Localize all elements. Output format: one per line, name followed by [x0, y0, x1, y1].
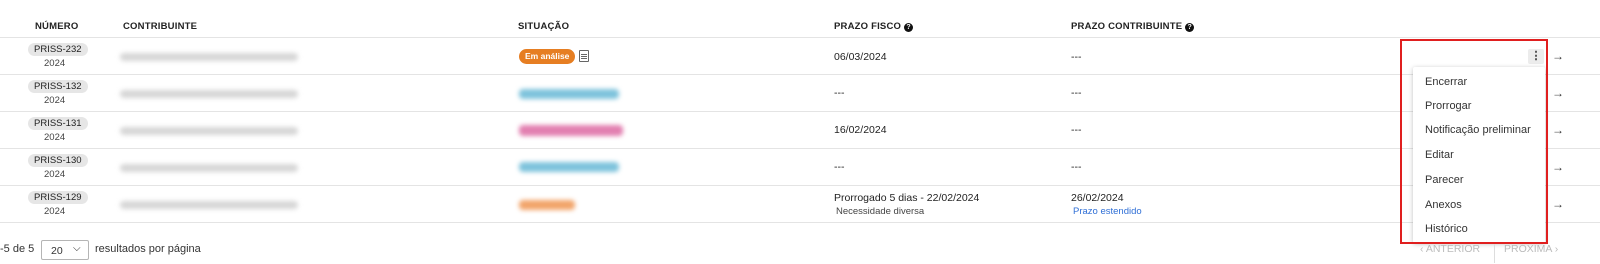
per-page-select[interactable]: 20 ⌵	[41, 240, 89, 260]
process-number-badge[interactable]: PRISS-129	[28, 191, 88, 204]
prazo-fisco-value: ---	[834, 87, 845, 99]
contribuinte-redacted	[120, 201, 298, 209]
prazo-fisco-value: 16/02/2024	[834, 124, 887, 136]
process-year: 2024	[44, 169, 66, 180]
next-page-button[interactable]: PRÓXIMA ›	[1504, 243, 1558, 261]
status-badge-redacted	[519, 89, 619, 99]
actions-menu: Encerrar Prorrogar Notificação prelimina…	[1413, 67, 1545, 243]
pager-divider	[1494, 243, 1495, 263]
arrow-right-icon[interactable]: →	[1552, 49, 1564, 63]
menu-item-historico[interactable]: Histórico	[1425, 223, 1468, 235]
contribuinte-redacted	[120, 90, 298, 98]
document-icon[interactable]	[579, 50, 589, 62]
arrow-right-icon[interactable]: →	[1552, 197, 1564, 211]
menu-item-encerrar[interactable]: Encerrar	[1425, 76, 1467, 88]
table-row[interactable]: PRISS-132 2024 --- --- →	[0, 75, 1600, 112]
table-row[interactable]: PRISS-232 2024 Em análise 06/03/2024 ---…	[0, 38, 1600, 75]
help-icon[interactable]: ?	[1185, 23, 1195, 32]
process-number-badge[interactable]: PRISS-232	[28, 43, 88, 56]
prazo-contribuinte-value: ---	[1071, 87, 1082, 99]
more-options-icon[interactable]: ⋮	[1528, 49, 1544, 64]
arrow-right-icon[interactable]: →	[1552, 123, 1564, 137]
status-badge-redacted	[519, 125, 623, 136]
status-badge: Em análise	[519, 49, 576, 64]
prazo-contribuinte-value: ---	[1071, 161, 1082, 173]
status-badge-redacted	[519, 162, 619, 172]
prazo-fisco-value: 06/03/2024	[834, 51, 887, 63]
prazo-contribuinte-value: ---	[1071, 51, 1082, 63]
table-row[interactable]: PRISS-131 2024 16/02/2024 --- →	[0, 112, 1600, 149]
chevron-down-icon: ⌵	[73, 243, 81, 254]
prazo-contribuinte-value: 26/02/2024	[1071, 192, 1124, 204]
col-header-contribuinte: CONTRIBUINTE	[123, 21, 198, 32]
contribuinte-redacted	[120, 164, 298, 172]
col-header-numero: NÚMERO	[35, 21, 79, 32]
process-number-badge[interactable]: PRISS-130	[28, 154, 88, 167]
prazo-contribuinte-value: ---	[1071, 124, 1082, 136]
contribuinte-redacted	[120, 53, 298, 61]
process-year: 2024	[44, 95, 66, 106]
table-row[interactable]: PRISS-129 2024 Prorrogado 5 dias - 22/02…	[0, 186, 1600, 223]
menu-item-editar[interactable]: Editar	[1425, 149, 1454, 161]
prazo-fisco-note: Necessidade diversa	[836, 206, 925, 217]
per-page-value: 20	[51, 245, 63, 257]
prazo-fisco-value: ---	[834, 161, 845, 173]
table-row[interactable]: PRISS-130 2024 --- --- →	[0, 149, 1600, 186]
prazo-contribuinte-note: Prazo estendido	[1073, 206, 1142, 217]
status-badge-redacted	[519, 200, 575, 210]
process-number-badge[interactable]: PRISS-131	[28, 117, 88, 130]
col-header-prazo-contribuinte: PRAZO CONTRIBUINTE?	[1071, 21, 1195, 32]
help-icon[interactable]: ?	[904, 23, 914, 32]
process-year: 2024	[44, 58, 66, 69]
process-number-badge[interactable]: PRISS-132	[28, 80, 88, 93]
arrow-right-icon[interactable]: →	[1552, 86, 1564, 100]
contribuinte-redacted	[120, 127, 298, 135]
arrow-right-icon[interactable]: →	[1552, 160, 1564, 174]
previous-page-button[interactable]: ‹ ANTERIOR	[1420, 243, 1480, 261]
prazo-fisco-value: Prorrogado 5 dias - 22/02/2024	[834, 192, 980, 204]
col-header-prazo-fisco: PRAZO FISCO?	[834, 21, 914, 32]
col-header-prazo-fisco-label: PRAZO FISCO	[834, 21, 902, 32]
pagination-range: -5 de 5	[0, 243, 35, 255]
menu-item-parecer[interactable]: Parecer	[1425, 174, 1464, 186]
col-header-situacao: SITUAÇÃO	[518, 21, 570, 32]
per-page-label: resultados por página	[95, 243, 201, 255]
process-year: 2024	[44, 206, 66, 217]
col-header-prazo-contribuinte-label: PRAZO CONTRIBUINTE	[1071, 21, 1183, 32]
menu-item-prorrogar[interactable]: Prorrogar	[1425, 100, 1471, 112]
menu-item-anexos[interactable]: Anexos	[1425, 199, 1462, 211]
process-year: 2024	[44, 132, 66, 143]
divider	[0, 222, 1600, 223]
menu-item-notificacao-preliminar[interactable]: Notificação preliminar	[1425, 124, 1531, 136]
